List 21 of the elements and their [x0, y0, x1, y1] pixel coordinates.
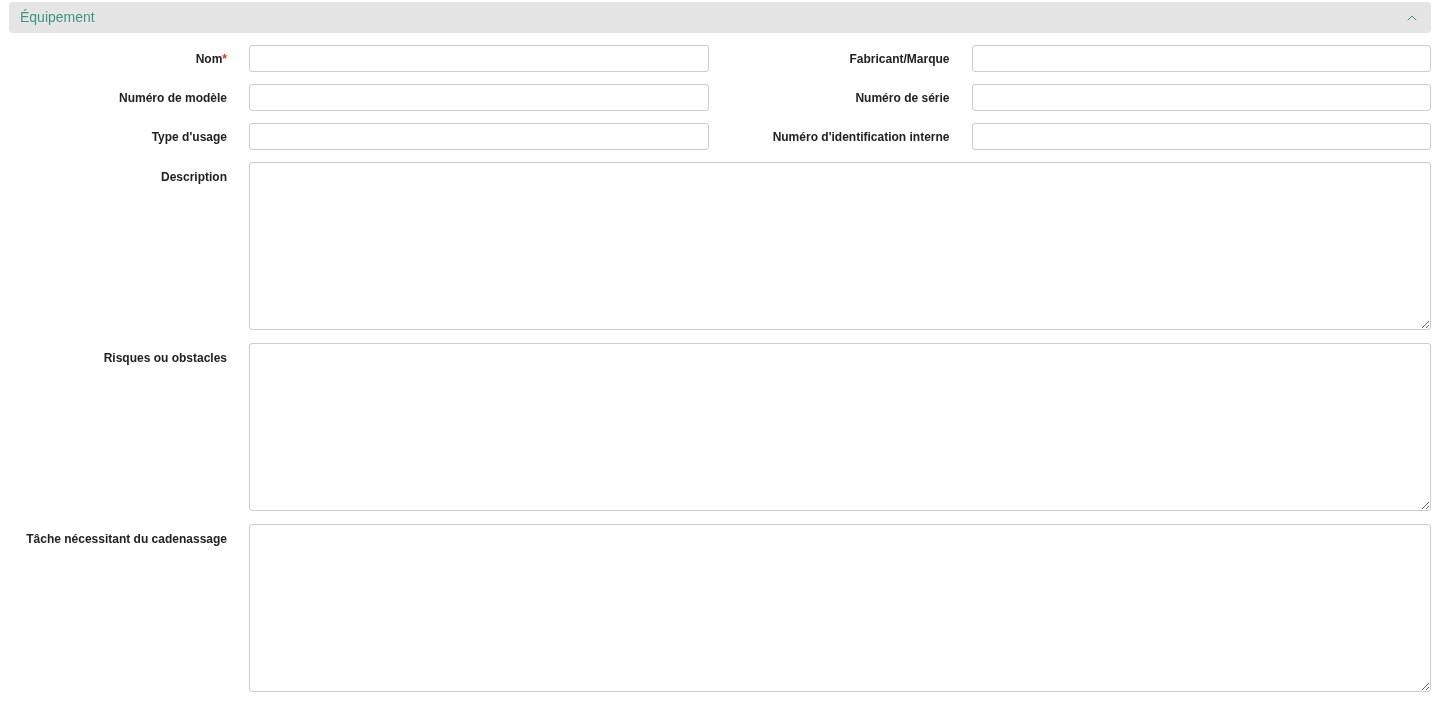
field-label: Description — [161, 169, 227, 186]
text-field[interactable] — [249, 123, 709, 150]
required-asterisk: * — [222, 50, 227, 68]
text-field[interactable] — [249, 45, 709, 72]
field-label: Tâche nécessitant du cadenassage — [26, 531, 227, 548]
text-area[interactable] — [249, 343, 1431, 511]
text-field[interactable] — [971, 84, 1431, 111]
field-label: Risques ou obstacles — [103, 350, 227, 367]
text-field[interactable] — [249, 84, 709, 111]
field-label: Numéro de série — [855, 89, 950, 107]
text-area[interactable] — [249, 524, 1431, 692]
field-label: Numéro d'identification interne — [772, 128, 950, 146]
section-title: Équipement — [20, 8, 95, 27]
field-label: Numéro de modèle — [118, 89, 227, 107]
field-label: Fabricant/Marque — [849, 50, 950, 68]
text-field[interactable] — [971, 123, 1431, 150]
text-field[interactable] — [971, 45, 1431, 72]
field-label: Nom — [195, 50, 223, 68]
field-label: Type d'usage — [151, 128, 227, 146]
section-header[interactable]: Équipement — [9, 2, 1431, 33]
text-area[interactable] — [249, 162, 1431, 330]
